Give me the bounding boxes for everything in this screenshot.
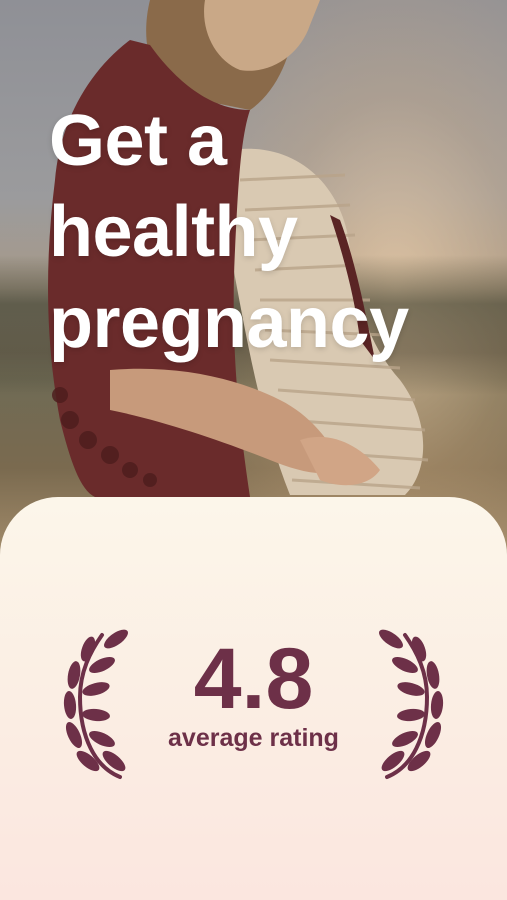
headline-line-3: pregnancy — [49, 283, 409, 363]
headline-line-2: healthy — [49, 192, 298, 272]
headline: Get a healthy pregnancy — [49, 96, 489, 369]
laurel-right-icon — [379, 629, 444, 779]
rating-badge: 4.8 average rating — [0, 627, 507, 787]
rating-card: 4.8 average rating — [0, 497, 507, 900]
headline-line-1: Get a — [49, 101, 227, 181]
